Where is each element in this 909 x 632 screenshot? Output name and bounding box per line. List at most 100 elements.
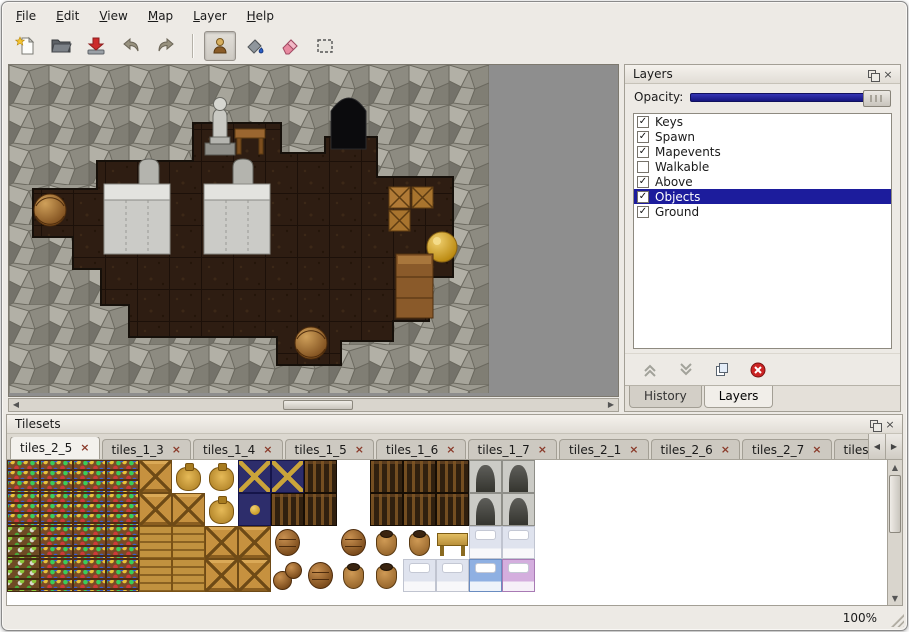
layer-row-objects[interactable]: ✓Objects bbox=[634, 189, 891, 204]
close-tab-icon[interactable]: × bbox=[172, 445, 181, 455]
scroll-down-icon[interactable]: ▼ bbox=[888, 591, 902, 605]
menu-help[interactable]: Help bbox=[245, 7, 276, 25]
opacity-slider-handle[interactable] bbox=[863, 90, 891, 107]
tab-layers[interactable]: Layers bbox=[704, 386, 774, 408]
tile-bed-purple[interactable] bbox=[502, 559, 535, 592]
tile-sack[interactable] bbox=[205, 460, 238, 493]
tile-bed-white[interactable] bbox=[436, 559, 469, 592]
tile-shelf-green[interactable] bbox=[7, 526, 40, 559]
tile-barrels[interactable] bbox=[271, 559, 304, 592]
close-tab-icon[interactable]: × bbox=[812, 445, 821, 455]
layer-visibility-checkbox[interactable]: ✓ bbox=[637, 146, 649, 158]
layer-visibility-checkbox[interactable] bbox=[637, 161, 649, 173]
tileset-tab-tiles_1_3[interactable]: tiles_1_3× bbox=[102, 439, 192, 459]
map-view[interactable] bbox=[8, 64, 619, 397]
tile-crate[interactable] bbox=[205, 526, 238, 559]
tile-crate[interactable] bbox=[238, 526, 271, 559]
tile-crate[interactable] bbox=[238, 559, 271, 592]
layer-row-keys[interactable]: ✓Keys bbox=[634, 114, 891, 129]
tile-shelf-bottles[interactable] bbox=[7, 493, 40, 526]
tileset-vscroll-thumb[interactable] bbox=[889, 475, 901, 533]
close-tab-icon[interactable]: × bbox=[538, 445, 547, 455]
tile-shelf-bottles[interactable] bbox=[40, 460, 73, 493]
tile-empty[interactable] bbox=[337, 460, 370, 493]
layer-row-spawn[interactable]: ✓Spawn bbox=[634, 129, 891, 144]
menu-layer[interactable]: Layer bbox=[191, 7, 228, 25]
map-canvas[interactable] bbox=[9, 65, 489, 393]
scroll-right-icon[interactable]: ▶ bbox=[604, 399, 618, 411]
tile-dark-shelf[interactable] bbox=[370, 460, 403, 493]
tile-pot[interactable] bbox=[370, 559, 403, 592]
layer-row-ground[interactable]: ✓Ground bbox=[634, 204, 891, 219]
tile-crate[interactable] bbox=[205, 559, 238, 592]
undo-button[interactable] bbox=[115, 31, 147, 61]
float-dock-button[interactable] bbox=[864, 67, 880, 82]
tile-pot[interactable] bbox=[337, 559, 370, 592]
tile-shelf-bottles[interactable] bbox=[73, 460, 106, 493]
scroll-left-icon[interactable]: ◀ bbox=[9, 399, 23, 411]
tile-sack[interactable] bbox=[172, 460, 205, 493]
tile-pot[interactable] bbox=[370, 526, 403, 559]
lower-layer-button[interactable] bbox=[675, 359, 697, 381]
close-tab-icon[interactable]: × bbox=[80, 443, 89, 453]
tileset-tab-tiles_2_1[interactable]: tiles_2_1× bbox=[559, 439, 649, 459]
tileset-tab-tiles_2_7[interactable]: tiles_2_7× bbox=[742, 439, 832, 459]
tile-dark-shelf[interactable] bbox=[436, 460, 469, 493]
tile-gate[interactable] bbox=[502, 460, 535, 493]
tile-shelf-bottles[interactable] bbox=[40, 559, 73, 592]
tile-crate[interactable] bbox=[139, 460, 172, 493]
layer-visibility-checkbox[interactable]: ✓ bbox=[637, 176, 649, 188]
scroll-tabs-right-button[interactable]: ▶ bbox=[885, 434, 902, 459]
tile-navy-gold[interactable] bbox=[238, 493, 271, 526]
tile-bed-white[interactable] bbox=[469, 526, 502, 559]
layers-list[interactable]: ✓Keys✓Spawn✓MapeventsWalkable✓Above✓Obje… bbox=[633, 113, 892, 349]
tile-dark-shelf[interactable] bbox=[304, 460, 337, 493]
map-horizontal-scrollbar[interactable]: ◀ ▶ bbox=[8, 398, 619, 412]
float-dock-button[interactable] bbox=[866, 417, 882, 432]
tile-dark-shelf[interactable] bbox=[370, 493, 403, 526]
tile-shelf-bottles[interactable] bbox=[106, 526, 139, 559]
delete-layer-button[interactable] bbox=[747, 359, 769, 381]
tile-shelf-bottles[interactable] bbox=[73, 526, 106, 559]
layer-visibility-checkbox[interactable]: ✓ bbox=[637, 191, 649, 203]
duplicate-layer-button[interactable] bbox=[711, 359, 733, 381]
menu-edit[interactable]: Edit bbox=[54, 7, 81, 25]
tile-shelf-bottles[interactable] bbox=[106, 559, 139, 592]
tile-gate[interactable] bbox=[469, 493, 502, 526]
tile-bed-white[interactable] bbox=[403, 559, 436, 592]
close-tab-icon[interactable]: × bbox=[629, 445, 638, 455]
tileset-tab-tiles_1_4[interactable]: tiles_1_4× bbox=[193, 439, 283, 459]
tile-barrel[interactable] bbox=[304, 559, 337, 592]
tile-crate[interactable] bbox=[172, 493, 205, 526]
tile-gate[interactable] bbox=[502, 493, 535, 526]
layer-visibility-checkbox[interactable]: ✓ bbox=[637, 131, 649, 143]
tile-planks[interactable] bbox=[139, 526, 172, 559]
close-tab-icon[interactable]: × bbox=[355, 445, 364, 455]
tile-planks[interactable] bbox=[139, 559, 172, 592]
tileset-tab-tiles_2_6[interactable]: tiles_2_6× bbox=[651, 439, 741, 459]
tile-planks[interactable] bbox=[172, 526, 205, 559]
tileset-tab-tiles_2_5[interactable]: tiles_2_5× bbox=[10, 437, 100, 459]
tileset-tab-tiles_1_7[interactable]: tiles_1_7× bbox=[468, 439, 558, 459]
tileset-tab-tiles_1_6[interactable]: tiles_1_6× bbox=[376, 439, 466, 459]
tile-navy-crate[interactable] bbox=[238, 460, 271, 493]
save-file-button[interactable] bbox=[80, 31, 112, 61]
stamp-tool-button[interactable] bbox=[204, 31, 236, 61]
tile-navy-crate[interactable] bbox=[271, 460, 304, 493]
tileset-vertical-scrollbar[interactable]: ▲ ▼ bbox=[887, 460, 902, 605]
tile-shelf-bottles[interactable] bbox=[73, 493, 106, 526]
tileset-tab-tiles_1_5[interactable]: tiles_1_5× bbox=[285, 439, 375, 459]
select-tool-button[interactable] bbox=[309, 31, 341, 61]
layer-visibility-checkbox[interactable]: ✓ bbox=[637, 206, 649, 218]
map-hscroll-thumb[interactable] bbox=[283, 400, 353, 410]
tile-empty[interactable] bbox=[337, 493, 370, 526]
menu-file[interactable]: File bbox=[14, 7, 38, 25]
tile-dark-shelf[interactable] bbox=[403, 493, 436, 526]
tile-shelf-bottles[interactable] bbox=[40, 493, 73, 526]
scroll-tabs-left-button[interactable]: ◀ bbox=[868, 434, 885, 459]
redo-button[interactable] bbox=[150, 31, 182, 61]
tile-shelf-bottles[interactable] bbox=[106, 493, 139, 526]
tileset-content[interactable]: ▲ ▼ bbox=[7, 460, 902, 605]
tile-dark-shelf[interactable] bbox=[403, 460, 436, 493]
layer-visibility-checkbox[interactable]: ✓ bbox=[637, 116, 649, 128]
